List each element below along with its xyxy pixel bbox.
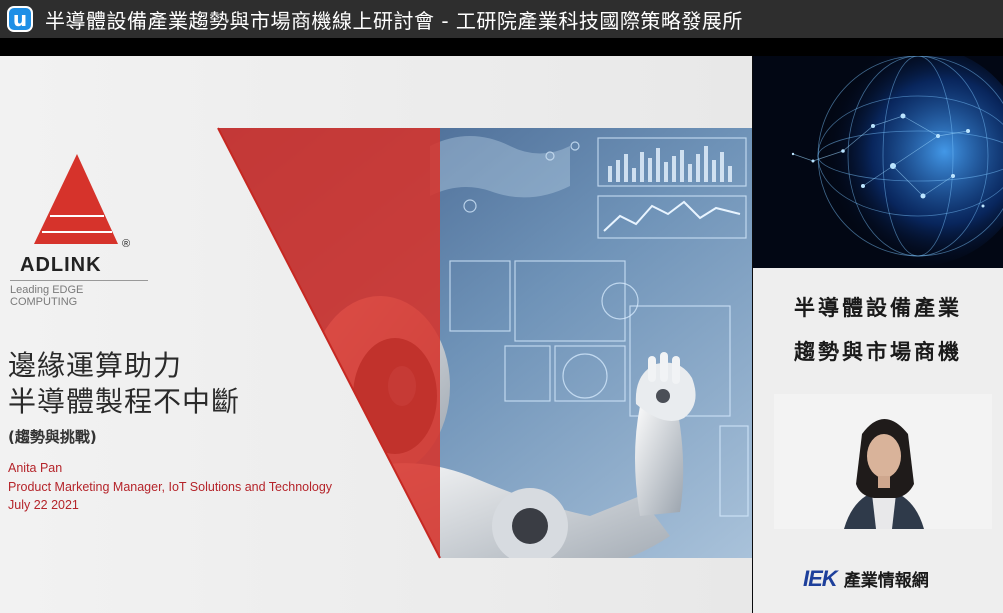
presentation-date: July 22 2021 bbox=[8, 498, 79, 512]
event-title-line2: 趨勢與市場商機 bbox=[794, 339, 962, 364]
iek-brand-logo: IEK 產業情報網 bbox=[803, 566, 929, 592]
app-logo-icon: u bbox=[7, 6, 33, 32]
speaker-video bbox=[774, 394, 992, 529]
event-title-line1: 半導體設備產業 bbox=[794, 295, 962, 320]
window-titlebar[interactable]: u 半導體設備產業趨勢與市場商機線上研討會 - 工研院產業科技國際策略發展所 bbox=[0, 0, 1003, 38]
slide-title-line1: 邊緣運算助力 bbox=[8, 349, 183, 382]
presenter-role: Product Marketing Manager, IoT Solutions… bbox=[8, 480, 333, 494]
globe-network-image bbox=[753, 56, 1003, 268]
registered-mark: ® bbox=[122, 238, 131, 250]
logo-tagline: Leading EDGE COMPUTING bbox=[10, 280, 148, 308]
adlink-logo-text: ADLINK bbox=[20, 254, 102, 276]
event-side-panel: 半導體設備產業 趨勢與市場商機 IEK 產業情報網 bbox=[753, 268, 1003, 613]
iek-brand-name: 產業情報網 bbox=[843, 571, 929, 591]
presentation-slide: ADLINK ® Leading EDGE COMPUTING 邊緣運算助力 半… bbox=[0, 56, 752, 613]
window-title: 半導體設備產業趨勢與市場商機線上研討會 - 工研院產業科技國際策略發展所 bbox=[45, 8, 743, 33]
presenter-name: Anita Pan bbox=[8, 461, 63, 475]
slide-title-line2: 半導體製程不中斷 bbox=[8, 385, 241, 418]
video-letterbox-top bbox=[0, 38, 1003, 56]
iek-logo-mark: IEK bbox=[803, 566, 838, 591]
slide-subtitle: (趨勢與挑戰) bbox=[8, 428, 97, 446]
robot-hand-image bbox=[0, 56, 752, 613]
